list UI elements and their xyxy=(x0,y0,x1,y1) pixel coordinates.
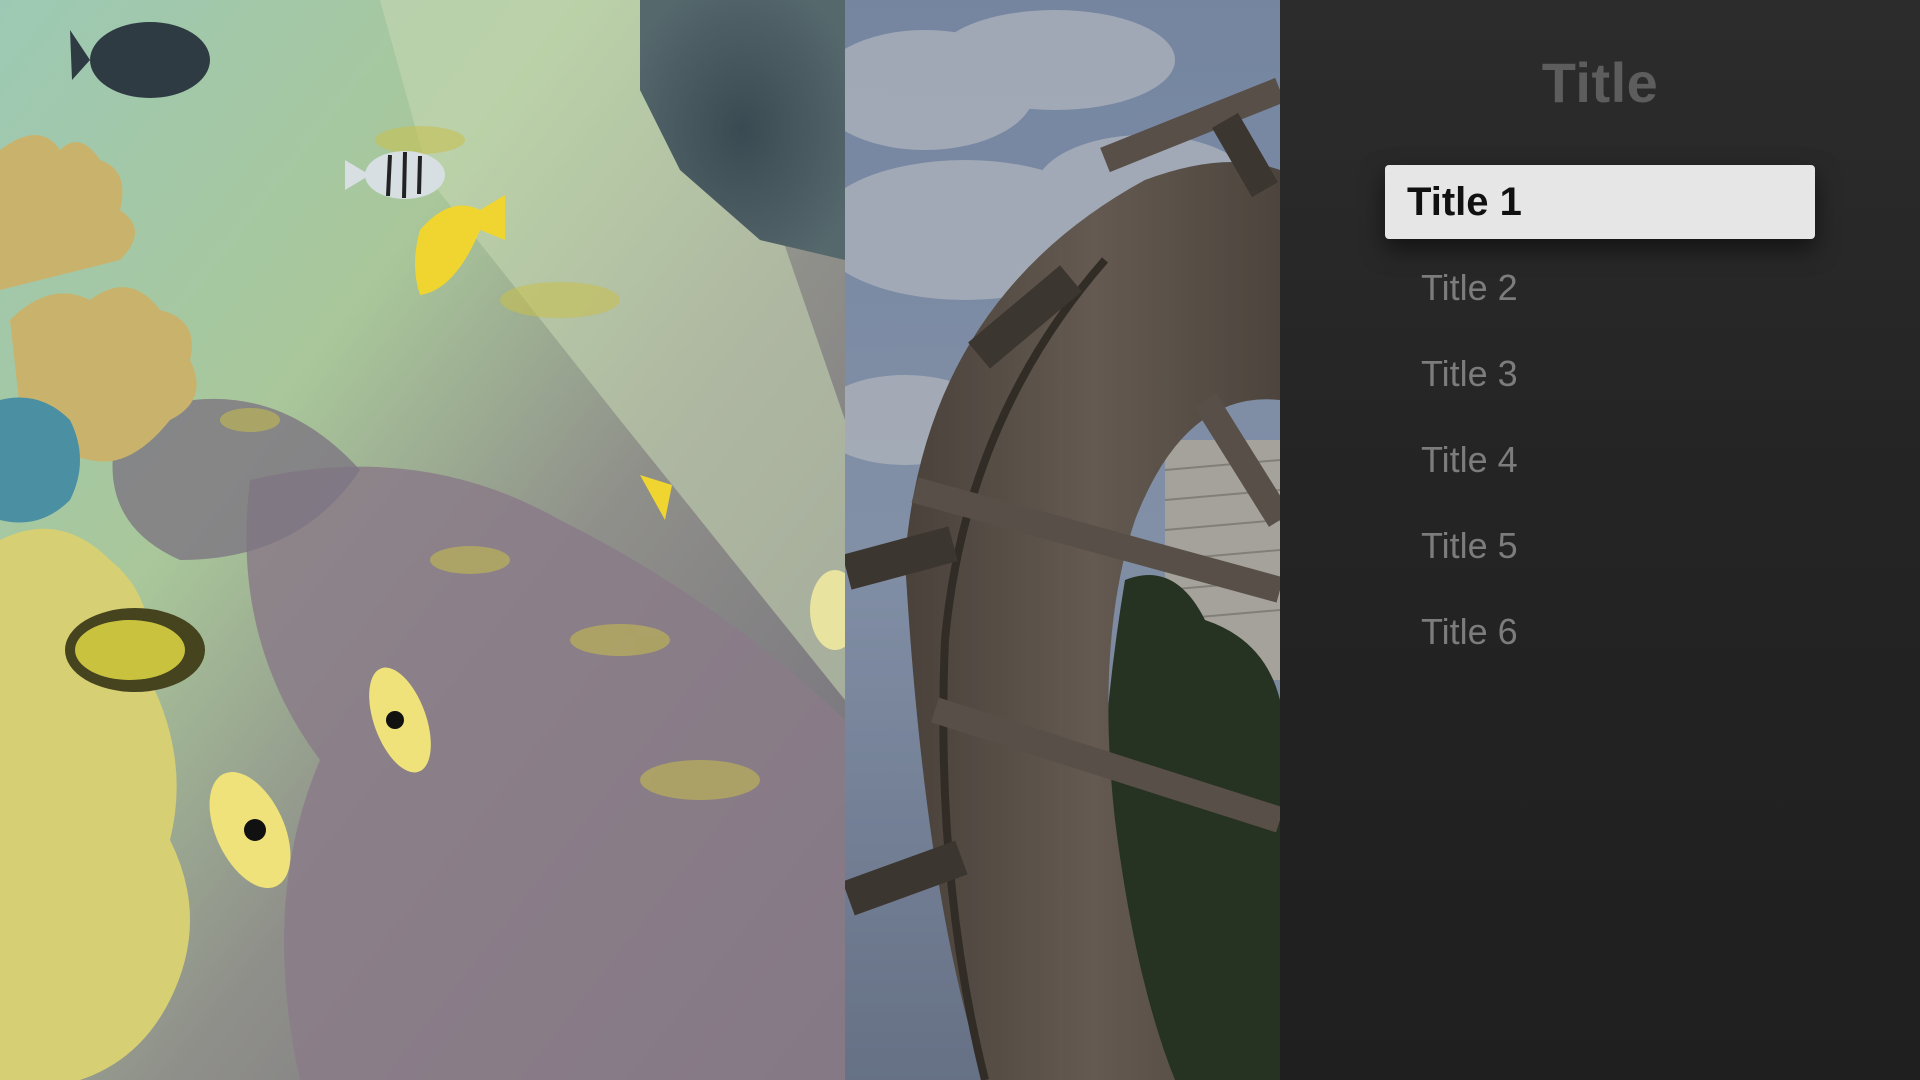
menu-item-title-4[interactable]: Title 4 xyxy=(1385,423,1815,497)
menu-item-title-3[interactable]: Title 3 xyxy=(1385,337,1815,411)
menu-item-title-5[interactable]: Title 5 xyxy=(1385,509,1815,583)
menu-title: Title xyxy=(1541,51,1659,114)
water-wheel-photo xyxy=(845,0,1280,1080)
menu-item-title-2[interactable]: Title 2 xyxy=(1385,251,1815,325)
menu-list: Title 1 Title 2 Title 3 Title 4 Title 5 … xyxy=(1385,165,1815,681)
tv-screen: Title Title 1 Title 2 Title 3 Title 4 Ti… xyxy=(0,0,1920,1080)
menu-item-title-1[interactable]: Title 1 xyxy=(1385,165,1815,239)
coral-reef-photo xyxy=(0,0,845,1080)
menu-panel: Title Title 1 Title 2 Title 3 Title 4 Ti… xyxy=(1280,0,1920,1080)
menu-item-title-6[interactable]: Title 6 xyxy=(1385,595,1815,669)
